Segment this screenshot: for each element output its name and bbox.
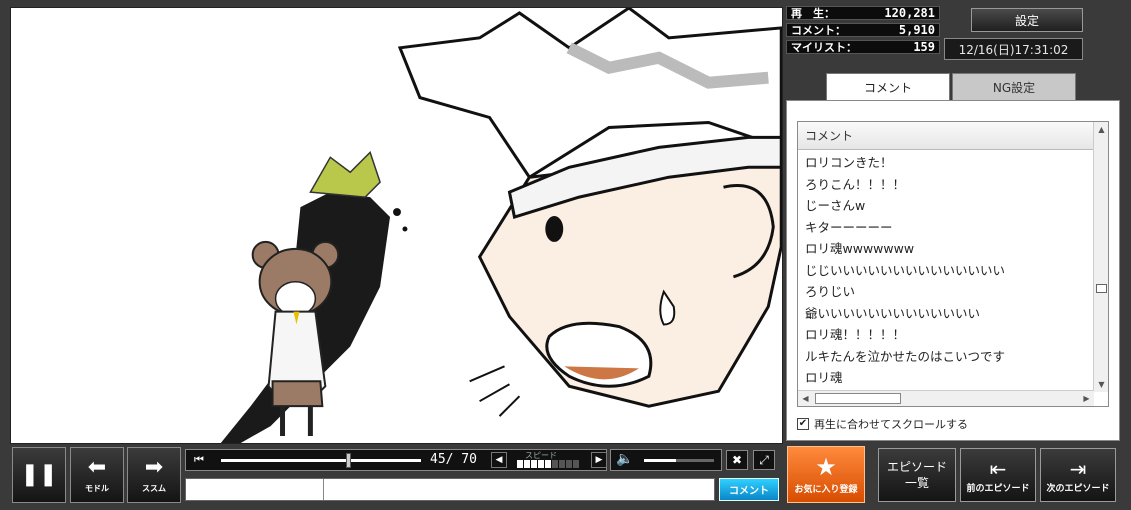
comment-item[interactable]: 爺いいいいいいいいいいいいい xyxy=(798,303,1094,325)
sync-scroll-checkbox[interactable]: ✔ xyxy=(797,418,809,430)
speed-up-icon[interactable]: ▶ xyxy=(591,452,607,468)
comment-count-label: コメント： xyxy=(791,24,846,37)
seek-time: 45/ 70 xyxy=(430,452,477,467)
comment-column-header[interactable]: コメント xyxy=(798,122,1094,150)
next-episode-icon: ⇥ xyxy=(1069,456,1087,481)
comment-input-field[interactable] xyxy=(185,478,715,501)
play-count-row: 再 生： 120,281 xyxy=(786,6,940,20)
speed-down-icon[interactable]: ◀ xyxy=(491,452,507,468)
mylist-count-value: 159 xyxy=(913,40,935,54)
scroll-right-icon[interactable]: ▶ xyxy=(1079,391,1094,406)
next-episode-button[interactable]: ⇥ 次のエピソード xyxy=(1040,448,1116,502)
comment-item[interactable]: ロリコンきた！ xyxy=(798,152,1094,174)
comment-submit-button[interactable]: コメント xyxy=(719,478,779,501)
comment-item[interactable]: じーさんw xyxy=(798,195,1094,217)
next-episode-label: 次のエピソード xyxy=(1046,483,1110,494)
forward-button[interactable]: ➡ ススム xyxy=(127,447,181,503)
comment-horizontal-scrollbar[interactable]: ◀ ▶ xyxy=(798,390,1094,406)
pause-button[interactable]: ❚❚ xyxy=(12,447,66,503)
comment-toggle-icon[interactable]: ✖ xyxy=(726,450,748,470)
volume-fill[interactable] xyxy=(644,459,676,462)
back-label: モドル xyxy=(85,484,109,493)
comment-list: コメント ロリコンきた！ ろりこん！！！！ じーさんw キターーーーー ロリ魂w… xyxy=(797,121,1109,407)
play-count-value: 120,281 xyxy=(884,6,935,20)
fullscreen-icon[interactable]: ⤢ xyxy=(753,450,775,470)
comment-item[interactable]: ろりこん！！！！ xyxy=(798,174,1094,196)
comment-item[interactable]: ろりじい xyxy=(798,281,1094,303)
comment-vertical-scrollbar[interactable]: ▲ ▼ xyxy=(1093,122,1108,392)
speed-level-segment xyxy=(517,460,523,468)
play-count-label: 再 生： xyxy=(791,7,835,20)
manga-frame-image xyxy=(220,8,782,443)
star-icon: ★ xyxy=(815,453,837,481)
video-player[interactable] xyxy=(10,7,783,444)
favorite-label: お気に入り登録 xyxy=(794,485,858,495)
volume-control: 🔈 xyxy=(610,449,722,471)
mylist-count-row: マイリスト： 159 xyxy=(786,40,940,54)
speed-level-segment xyxy=(552,460,558,468)
speed-level-segment xyxy=(566,460,572,468)
prev-episode-button[interactable]: ⇤ 前のエピソード xyxy=(960,448,1036,502)
forward-label: ススム xyxy=(142,484,166,493)
comment-item[interactable]: キターーーーー xyxy=(798,217,1094,239)
tab-comments[interactable]: コメント xyxy=(826,73,950,101)
player-controls: ❚❚ ⬅ モドル ➡ ススム ⏮ 45/ 70 ◀ スピード ▶ 🔈 ✖ ⤢ コ… xyxy=(0,444,1131,510)
sync-scroll-option[interactable]: ✔ 再生に合わせてスクロールする xyxy=(797,416,968,432)
episode-list-label-bottom: 一覧 xyxy=(904,476,929,490)
comment-count-value: 5,910 xyxy=(898,23,935,37)
horizontal-scroll-thumb[interactable] xyxy=(815,393,901,404)
episode-list-button[interactable]: エピソード 一覧 xyxy=(878,448,956,502)
seek-track[interactable] xyxy=(221,459,421,462)
speed-level-segment xyxy=(524,460,530,468)
video-stats: 再 生： 120,281 コメント： 5,910 マイリスト： 159 xyxy=(786,6,940,57)
arrow-left-icon: ⬅ xyxy=(87,455,107,480)
speed-level-segment xyxy=(531,460,537,468)
settings-button[interactable]: 設定 xyxy=(971,8,1083,32)
panel-tabs: コメント NG設定 xyxy=(826,73,1078,101)
speed-level-segment xyxy=(573,460,579,468)
pause-icon: ❚❚ xyxy=(20,462,58,487)
speed-control: ◀ スピード ▶ xyxy=(491,450,607,470)
sync-scroll-label: 再生に合わせてスクロールする xyxy=(814,418,968,431)
comment-item[interactable]: ロリ魂 xyxy=(798,367,1094,389)
speed-level-segment xyxy=(559,460,565,468)
mylist-count-label: マイリスト： xyxy=(791,41,857,54)
seek-handle[interactable] xyxy=(346,453,352,468)
comment-item[interactable]: ロリ魂wwwwwww xyxy=(798,238,1094,260)
prev-episode-icon: ⇤ xyxy=(989,456,1007,481)
prev-episode-label: 前のエピソード xyxy=(966,483,1030,494)
scroll-left-icon[interactable]: ◀ xyxy=(798,391,813,406)
comment-item[interactable]: ロリ魂！！！！！ xyxy=(798,324,1094,346)
speed-level-meter xyxy=(517,460,580,468)
clock-display: 12/16(日)17:31:02 xyxy=(944,38,1083,60)
favorite-button[interactable]: ★ お気に入り登録 xyxy=(787,446,865,503)
scroll-down-icon[interactable]: ▼ xyxy=(1094,377,1109,392)
comment-list-body: ロリコンきた！ ろりこん！！！！ じーさんw キターーーーー ロリ魂wwwwww… xyxy=(798,152,1094,389)
rewind-to-start-icon[interactable]: ⏮ xyxy=(190,452,208,468)
speed-level-segment xyxy=(538,460,544,468)
scroll-up-icon[interactable]: ▲ xyxy=(1094,122,1109,137)
speed-level-segment xyxy=(545,460,551,468)
side-panel: 再 生： 120,281 コメント： 5,910 マイリスト： 159 設定 1… xyxy=(786,5,1126,441)
comment-count-row: コメント： 5,910 xyxy=(786,23,940,37)
command-separator xyxy=(323,479,324,500)
comment-item[interactable]: じじいいいいいいいいいいいいいい xyxy=(798,260,1094,282)
speaker-icon[interactable]: 🔈 xyxy=(616,451,633,467)
vertical-scroll-thumb[interactable] xyxy=(1096,284,1107,293)
arrow-right-icon: ➡ xyxy=(144,455,164,480)
comment-item[interactable]: ルキたんを泣かせたのはこいつです xyxy=(798,346,1094,368)
back-button[interactable]: ⬅ モドル xyxy=(70,447,124,503)
tab-ng-settings[interactable]: NG設定 xyxy=(952,73,1076,101)
comment-panel: コメント ロリコンきた！ ろりこん！！！！ じーさんw キターーーーー ロリ魂w… xyxy=(786,100,1120,441)
seek-bar: ⏮ 45/ 70 ◀ スピード ▶ xyxy=(185,449,607,471)
episode-list-label-top: エピソード xyxy=(886,460,947,474)
